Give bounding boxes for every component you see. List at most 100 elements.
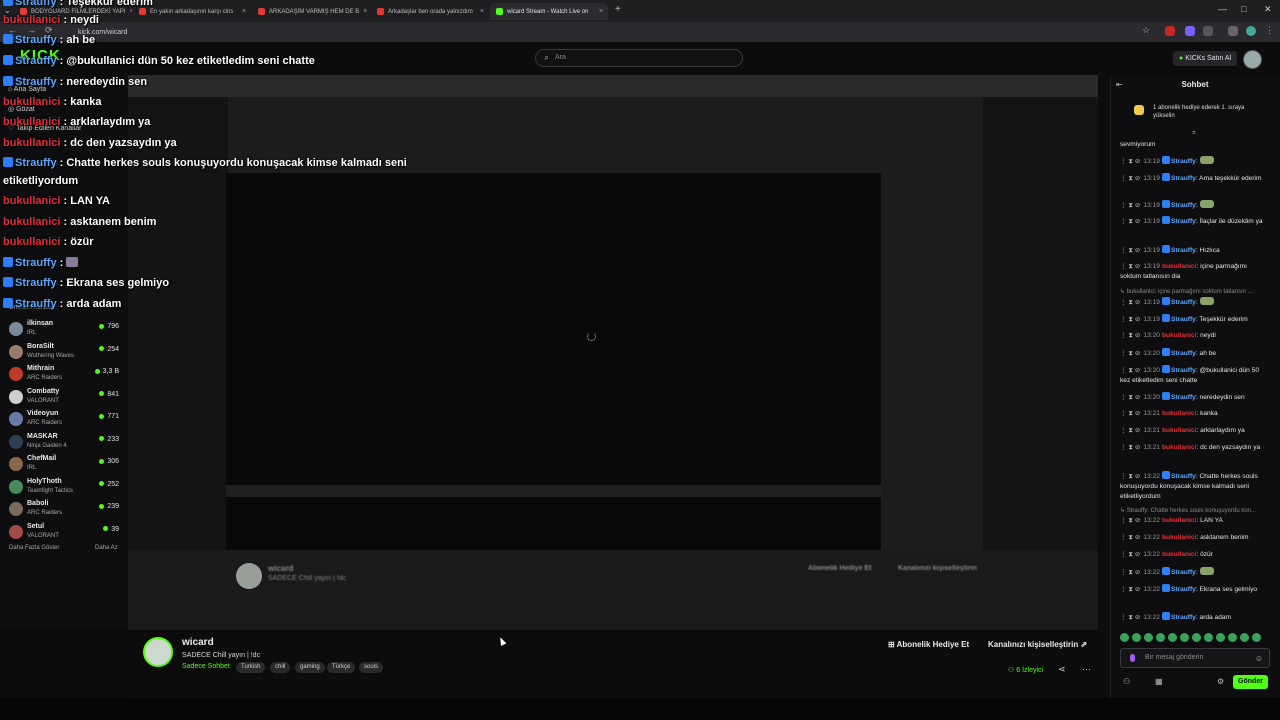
search-input[interactable]: ⌕ Ara <box>535 49 743 67</box>
user-avatar[interactable] <box>1243 50 1262 69</box>
moderation-icon[interactable]: ⋮ ⧗ ⊘ <box>1120 247 1140 254</box>
moderation-icon[interactable]: ⋮ ⧗ ⊘ <box>1120 218 1140 225</box>
chat-username[interactable]: Strauffy <box>1171 367 1196 374</box>
profile-icon[interactable] <box>1246 26 1256 36</box>
moderation-icon[interactable]: ⋮ ⧗ ⊘ <box>1120 332 1140 339</box>
chat-message[interactable]: ⋮ ⧗ ⊘ 13:20 bukullanici: neydi <box>1120 331 1270 341</box>
browser-tab[interactable]: Arkadaşlar ben orada yalnızdım × <box>371 3 489 20</box>
moderation-icon[interactable]: ⋮ ⧗ ⊘ <box>1120 410 1140 417</box>
stream-tag[interactable]: gaming <box>295 662 325 673</box>
moderation-icon[interactable]: ⋮ ⧗ ⊘ <box>1120 202 1140 209</box>
moderation-icon[interactable]: ⋮ ⧗ ⊘ <box>1120 350 1140 357</box>
maximize-icon[interactable]: □ <box>1241 4 1246 14</box>
url-field[interactable]: kick.com/wicard <box>70 26 978 39</box>
chat-message[interactable]: ⋮ ⧗ ⊘ 13:19 Strauffy: İlaçlar ile düzeldim… <box>1120 216 1270 227</box>
buy-kicks-button[interactable]: ● KICKs Satın Al <box>1173 51 1238 66</box>
send-button[interactable]: Gönder <box>1233 675 1268 689</box>
chat-username[interactable]: bukullanici <box>1162 332 1196 339</box>
moderation-icon[interactable]: ⋮ ⧗ ⊘ <box>1120 367 1140 374</box>
chat-username[interactable]: Strauffy <box>1171 473 1196 480</box>
streamer-avatar[interactable] <box>143 637 173 667</box>
emote-icon[interactable] <box>1120 633 1129 642</box>
stream-tag[interactable]: Türkçe <box>327 662 356 673</box>
chat-gear-icon[interactable]: ⚙ <box>1217 677 1224 686</box>
moderation-icon[interactable]: ⋮ ⧗ ⊘ <box>1120 614 1140 621</box>
browser-tab[interactable]: ARKADAŞIM VARMIŞ HEM DE B × <box>252 3 370 20</box>
sidebar-channel[interactable]: Baboli ARC Raiders 239 <box>9 500 119 522</box>
chat-message[interactable]: ⋮ ⧗ ⊘ 13:19 Strauffy: Hızlıca <box>1120 245 1270 256</box>
chat-message[interactable]: ⋮ ⧗ ⊘ 13:19 Strauffy: <box>1120 200 1270 211</box>
chat-message[interactable]: ⋮ ⧗ ⊘ 13:22 bukullanici: özür <box>1120 550 1270 560</box>
chat-message[interactable]: ⋮ ⧗ ⊘ 13:21 bukullanici: arklarlaydım ya <box>1120 426 1270 436</box>
bookmark-star-icon[interactable]: ☆ <box>1142 25 1150 36</box>
chat-username[interactable]: Strauffy <box>1171 614 1196 621</box>
chat-message[interactable]: ⋮ ⧗ ⊘ 13:22 Strauffy: arda adam <box>1120 612 1270 623</box>
sidebar-toggle-icon[interactable] <box>1228 26 1238 36</box>
moderation-icon[interactable]: ⋮ ⧗ ⊘ <box>1120 569 1140 576</box>
tab-close-icon[interactable]: × <box>480 8 484 15</box>
close-window-icon[interactable]: ✕ <box>1264 4 1272 15</box>
chat-message[interactable]: ⋮ ⧗ ⊘ 13:20 Strauffy: @bukullanici dün 50 … <box>1120 365 1270 386</box>
chat-message[interactable]: ⋮ ⧗ ⊘ 13:22 bukullanici: LAN YA <box>1120 516 1270 526</box>
chat-message[interactable]: ⋮ ⧗ ⊘ 13:19 bukullanici: içine parmağımı s… <box>1120 262 1270 282</box>
chat-username[interactable]: Strauffy <box>1171 350 1196 357</box>
chat-username[interactable]: bukullanici <box>1162 427 1196 434</box>
chat-settings-group-icon[interactable]: ⚇ <box>1123 677 1130 686</box>
new-tab-button[interactable]: + <box>615 4 621 15</box>
emote-icon[interactable] <box>1168 633 1177 642</box>
browser-tab[interactable]: wicard Stream - Watch Live on × <box>490 3 608 20</box>
tab-close-icon[interactable]: × <box>242 8 246 15</box>
emote-icon[interactable] <box>1204 633 1213 642</box>
extension-icon[interactable] <box>1185 26 1195 36</box>
chat-message[interactable]: ⋮ ⧗ ⊘ 13:19 Strauffy: Teşekkür ederim <box>1120 314 1270 325</box>
chat-message[interactable]: ⋮ ⧗ ⊘ 13:22 Strauffy: Ekrana ses gelmiyo <box>1120 584 1270 595</box>
emote-icon[interactable] <box>1132 633 1141 642</box>
sidebar-channel[interactable]: MASKAR Ninja Gaiden 4 233 <box>9 433 119 455</box>
chat-message[interactable]: ↳ bukullanici: içine parmağımı soktum ta… <box>1120 287 1270 297</box>
moderation-icon[interactable]: ⋮ ⧗ ⊘ <box>1120 299 1140 306</box>
moderation-icon[interactable]: ⋮ ⧗ ⊘ <box>1120 586 1140 593</box>
chat-username[interactable]: Strauffy <box>1171 299 1196 306</box>
chat-message[interactable]: ⋮ ⧗ ⊘ 13:19 Strauffy: <box>1120 297 1270 308</box>
customize-channel-button[interactable]: Kanalınızı kişiselleştirin ⇗ <box>988 640 1087 649</box>
gift-subscription-button[interactable]: ⊞ Abonelik Hediye Et <box>888 640 969 649</box>
chat-message[interactable]: ⋮ ⧗ ⊘ 13:20 Strauffy: ah be <box>1120 348 1270 359</box>
chat-message[interactable]: ⋮ ⧗ ⊘ 13:21 bukullanici: dc den yazsaydın … <box>1120 443 1270 453</box>
stream-tag[interactable]: souls <box>359 662 384 673</box>
chat-message-input[interactable]: Bir mesaj gönderin ☺ <box>1120 648 1270 668</box>
sidebar-channel[interactable]: ChefMail IRL 306 <box>9 455 119 477</box>
emote-icon[interactable] <box>1216 633 1225 642</box>
chat-username[interactable]: Strauffy <box>1171 394 1196 401</box>
sidebar-channel[interactable]: Videoyun ARC Raiders 771 <box>9 410 119 432</box>
more-options-icon[interactable]: ⋯ <box>1082 664 1091 675</box>
emote-icon[interactable] <box>1252 633 1261 642</box>
stream-category[interactable]: Sadece Sohbet <box>182 663 230 670</box>
chat-username[interactable]: Strauffy <box>1171 158 1196 165</box>
tab-close-icon[interactable]: × <box>363 8 367 15</box>
sidebar-channel[interactable]: Setul VALORANT 39 <box>9 523 119 545</box>
share-icon[interactable]: ⋖ <box>1058 664 1066 675</box>
emoji-picker-icon[interactable]: ☺ <box>1255 654 1263 663</box>
chat-username[interactable]: bukullanici <box>1162 444 1196 451</box>
sidebar-channel[interactable]: HolyThoth Teamfight Tactics 252 <box>9 478 119 500</box>
sidebar-channel[interactable]: BoraSilt Wuthering Waves 254 <box>9 343 119 365</box>
chat-message[interactable]: ↳ Strauffy: Chatte herkes souls konuşuyo… <box>1120 506 1270 516</box>
chat-username[interactable]: bukullanici <box>1162 410 1196 417</box>
emote-icon[interactable] <box>1144 633 1153 642</box>
chat-message[interactable]: sevmiyorum <box>1120 140 1270 150</box>
chat-username[interactable]: bukullanici <box>1162 517 1196 524</box>
moderation-icon[interactable]: ⋮ ⧗ ⊘ <box>1120 394 1140 401</box>
stream-tag[interactable]: chill <box>270 662 291 673</box>
chat-message[interactable]: ⋮ ⧗ ⊘ 13:19 Strauffy: <box>1120 156 1270 167</box>
emote-icon[interactable] <box>1156 633 1165 642</box>
emote-icon[interactable] <box>1240 633 1249 642</box>
chat-username[interactable]: Strauffy <box>1171 202 1196 209</box>
extension-icon[interactable] <box>1165 26 1175 36</box>
moderation-icon[interactable]: ⋮ ⧗ ⊘ <box>1120 175 1140 182</box>
chat-message[interactable]: ⋮ ⧗ ⊘ 13:20 Strauffy: neredeydin sen <box>1120 392 1270 403</box>
moderation-icon[interactable]: ⋮ ⧗ ⊘ <box>1120 263 1140 270</box>
moderation-icon[interactable]: ⋮ ⧗ ⊘ <box>1120 551 1140 558</box>
chat-username[interactable]: Strauffy <box>1171 175 1196 182</box>
chat-username[interactable]: bukullanici <box>1162 534 1196 541</box>
chat-username[interactable]: Strauffy <box>1171 316 1196 323</box>
